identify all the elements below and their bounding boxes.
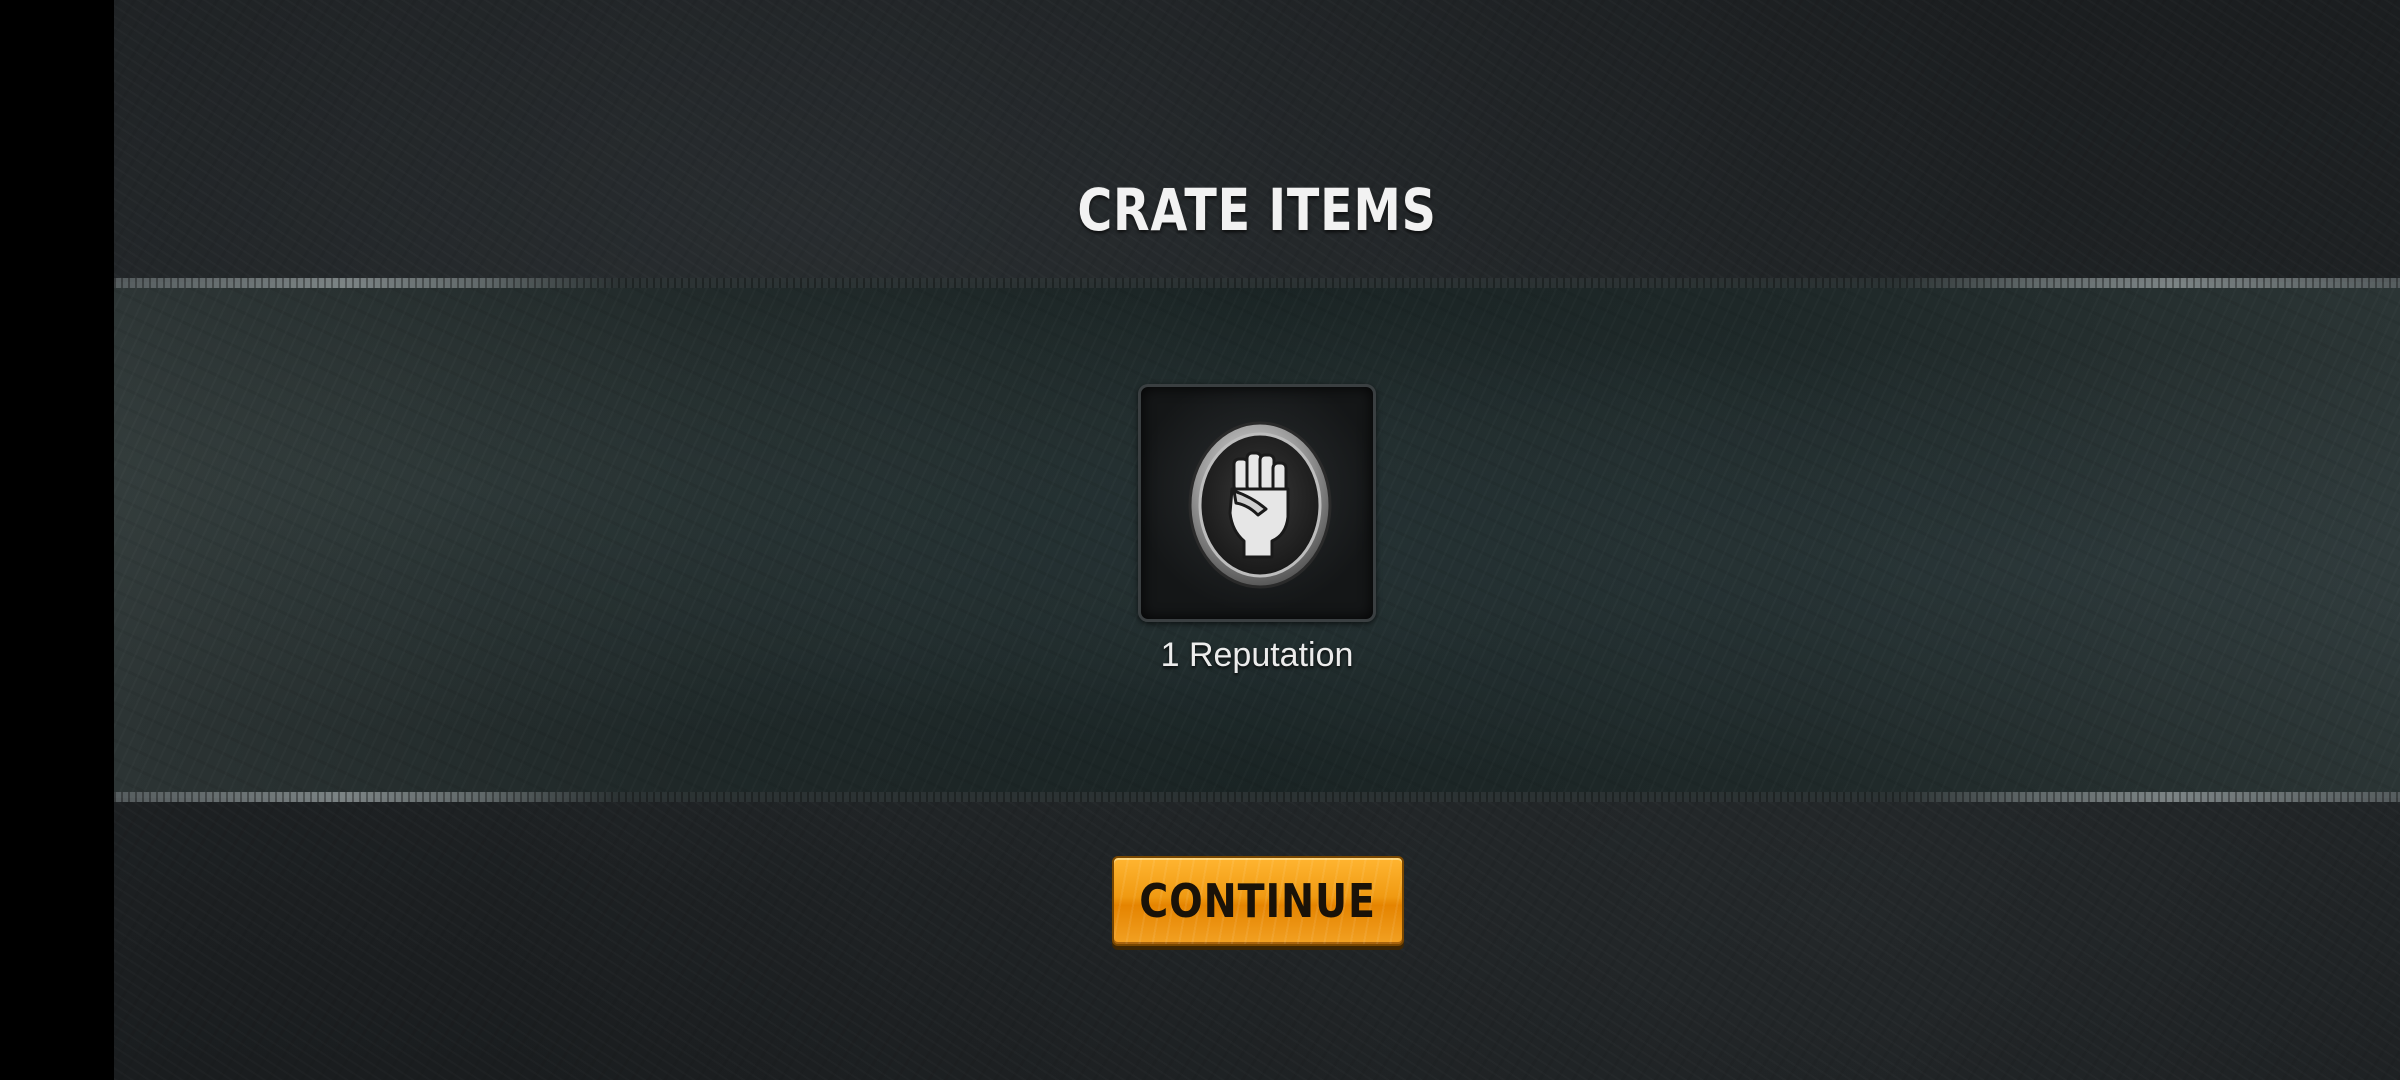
- band-top-border: [114, 278, 2400, 288]
- continue-button[interactable]: CONTINUE: [1112, 856, 1404, 946]
- band-bottom-border: [114, 792, 2400, 802]
- raised-fist-icon: [1188, 421, 1332, 589]
- reward-label: 1 Reputation: [1160, 636, 1354, 674]
- game-area: CRATE ITEMS 1 Reputation CONTINUE: [114, 0, 2400, 1080]
- crate-items-screen: CRATE ITEMS 1 Reputation CONTINUE: [0, 0, 2400, 1080]
- reward-item-card[interactable]: [1138, 384, 1376, 622]
- letterbox-bar: [0, 0, 114, 1080]
- page-title: CRATE ITEMS: [1077, 176, 1437, 244]
- continue-button-label: CONTINUE: [1139, 874, 1377, 928]
